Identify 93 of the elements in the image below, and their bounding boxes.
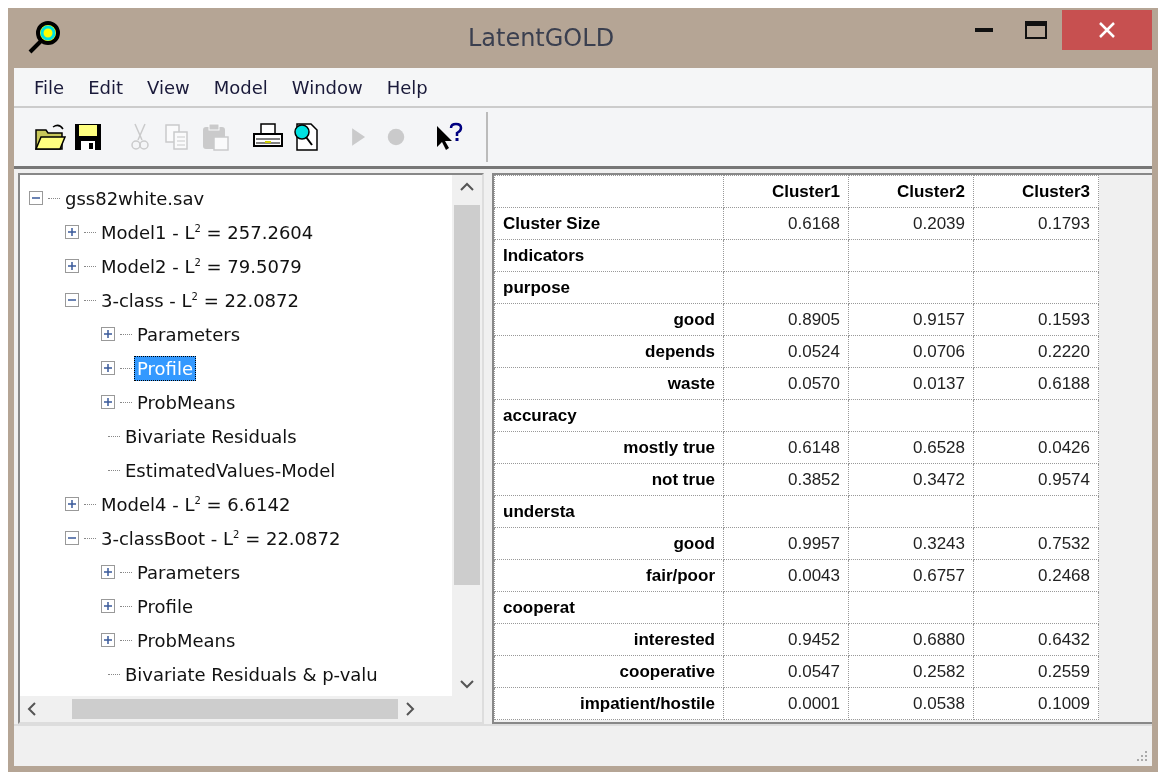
table-cell: 0.0001 xyxy=(723,687,849,720)
table-cell: 0.6528 xyxy=(848,431,974,464)
table-cell: 0.7532 xyxy=(973,527,1099,560)
table-cell: 0.3852 xyxy=(723,463,849,496)
tree-item[interactable]: EstimatedValues-Model xyxy=(122,457,339,483)
maximize-icon xyxy=(1025,21,1047,39)
row-label: waste xyxy=(494,367,724,400)
tree-item[interactable]: Parameters xyxy=(134,321,244,347)
tree-item[interactable]: Model2 - L$^{2}$ = 79.5079 xyxy=(98,253,305,279)
table-cell: 0.2559 xyxy=(973,655,1099,688)
row-label: good xyxy=(494,527,724,560)
expand-toggle-icon[interactable] xyxy=(100,394,116,410)
row-label: fair/poor xyxy=(494,559,724,592)
collapse-toggle-icon[interactable] xyxy=(28,190,44,206)
table-cell: 0.8905 xyxy=(723,303,849,336)
row-label: good xyxy=(494,303,724,336)
tree-item[interactable]: Model4 - L$^{2}$ = 6.6142 xyxy=(98,491,294,517)
row-label: not true xyxy=(494,463,724,496)
table-cell: 0.6168 xyxy=(723,207,849,240)
row-header: purpose xyxy=(494,271,724,304)
vertical-scrollbar[interactable] xyxy=(452,175,482,696)
table-cell: 0.6432 xyxy=(973,623,1099,656)
collapse-toggle-icon[interactable] xyxy=(64,530,80,546)
tree-item[interactable]: Model1 - L$^{2}$ = 257.2604 xyxy=(98,219,317,245)
expand-toggle-icon[interactable] xyxy=(64,258,80,274)
expand-toggle-icon[interactable] xyxy=(100,326,116,342)
row-label: interested xyxy=(494,623,724,656)
table-cell: 0.1009 xyxy=(973,687,1099,720)
expand-toggle-icon[interactable] xyxy=(100,564,116,580)
menu-item[interactable]: Edit xyxy=(76,74,135,100)
table-cell: 0.6880 xyxy=(848,623,974,656)
expand-toggle-icon[interactable] xyxy=(100,632,116,648)
table-cell: 0.1593 xyxy=(973,303,1099,336)
table-cell: 0.9157 xyxy=(848,303,974,336)
tree-item[interactable]: ProbMeans xyxy=(134,627,239,653)
tree-item[interactable]: Parameters xyxy=(134,559,244,585)
table-cell: 0.0137 xyxy=(848,367,974,400)
menu-item[interactable]: View xyxy=(135,74,202,100)
menu-item[interactable]: Help xyxy=(374,74,440,100)
menu-item[interactable]: Model xyxy=(201,74,280,100)
table-cell: 0.0524 xyxy=(723,335,849,368)
table-cell: 0.6148 xyxy=(723,431,849,464)
column-header: Cluster2 xyxy=(848,175,974,208)
table-cell: 0.2582 xyxy=(848,655,974,688)
table-cell: 0.1793 xyxy=(973,207,1099,240)
tree-item[interactable]: Profile xyxy=(134,593,196,619)
close-icon xyxy=(1098,21,1116,39)
row-label: mostly true xyxy=(494,431,724,464)
expand-toggle-icon[interactable] xyxy=(100,598,116,614)
table-cell: 0.0706 xyxy=(848,335,974,368)
expand-toggle-icon[interactable] xyxy=(64,496,80,512)
tree-item[interactable]: Bivariate Residuals xyxy=(122,423,300,449)
table-cell: 0.0426 xyxy=(973,431,1099,464)
tree-item[interactable]: 3-classBoot - L$^{2}$ = 22.0872 xyxy=(98,525,344,551)
table-cell: 0.0538 xyxy=(848,687,974,720)
table-cell: 0.9957 xyxy=(723,527,849,560)
horizontal-scrollbar[interactable] xyxy=(20,696,482,722)
tree-item[interactable]: Bivariate Residuals & p-valu xyxy=(122,661,381,687)
table-cell: 0.3472 xyxy=(848,463,974,496)
row-label: impatient/hostile xyxy=(494,687,724,720)
table-cell: 0.2039 xyxy=(848,207,974,240)
column-header: Cluster3 xyxy=(973,175,1099,208)
table-cell: 0.9574 xyxy=(973,463,1099,496)
column-header: Cluster1 xyxy=(723,175,849,208)
table-cell: 0.0043 xyxy=(723,559,849,592)
expand-toggle-icon[interactable] xyxy=(100,360,116,376)
table-cell: 0.2220 xyxy=(973,335,1099,368)
row-header: Indicators xyxy=(494,239,724,272)
table-cell: 0.3243 xyxy=(848,527,974,560)
close-button[interactable] xyxy=(1062,10,1152,50)
record-icon xyxy=(386,127,406,147)
menu-item[interactable]: Window xyxy=(279,74,375,100)
menu-item[interactable]: File xyxy=(22,74,77,100)
collapse-toggle-icon[interactable] xyxy=(64,292,80,308)
row-header: Cluster Size xyxy=(494,207,724,240)
table-cell: 0.0547 xyxy=(723,655,849,688)
tree-item[interactable]: 3-class - L$^{2}$ = 22.0872 xyxy=(98,287,302,313)
row-header: accuracy xyxy=(494,399,724,432)
window-title: LatentGOLD xyxy=(466,24,616,52)
row-header: understa xyxy=(494,495,724,528)
row-header: cooperat xyxy=(494,591,724,624)
expand-toggle-icon[interactable] xyxy=(64,224,80,240)
table-cell: 0.9452 xyxy=(723,623,849,656)
table-cell: 0.6188 xyxy=(973,367,1099,400)
tree-item[interactable]: ProbMeans xyxy=(134,389,239,415)
row-label: cooperative xyxy=(494,655,724,688)
table-cell: 0.6757 xyxy=(848,559,974,592)
table-cell: 0.0570 xyxy=(723,367,849,400)
resize-grip-icon[interactable] xyxy=(1136,750,1148,762)
table-cell: 0.2468 xyxy=(973,559,1099,592)
tree-item[interactable]: gss82white.sav xyxy=(62,185,208,211)
minimize-icon xyxy=(975,28,993,32)
row-label: depends xyxy=(494,335,724,368)
